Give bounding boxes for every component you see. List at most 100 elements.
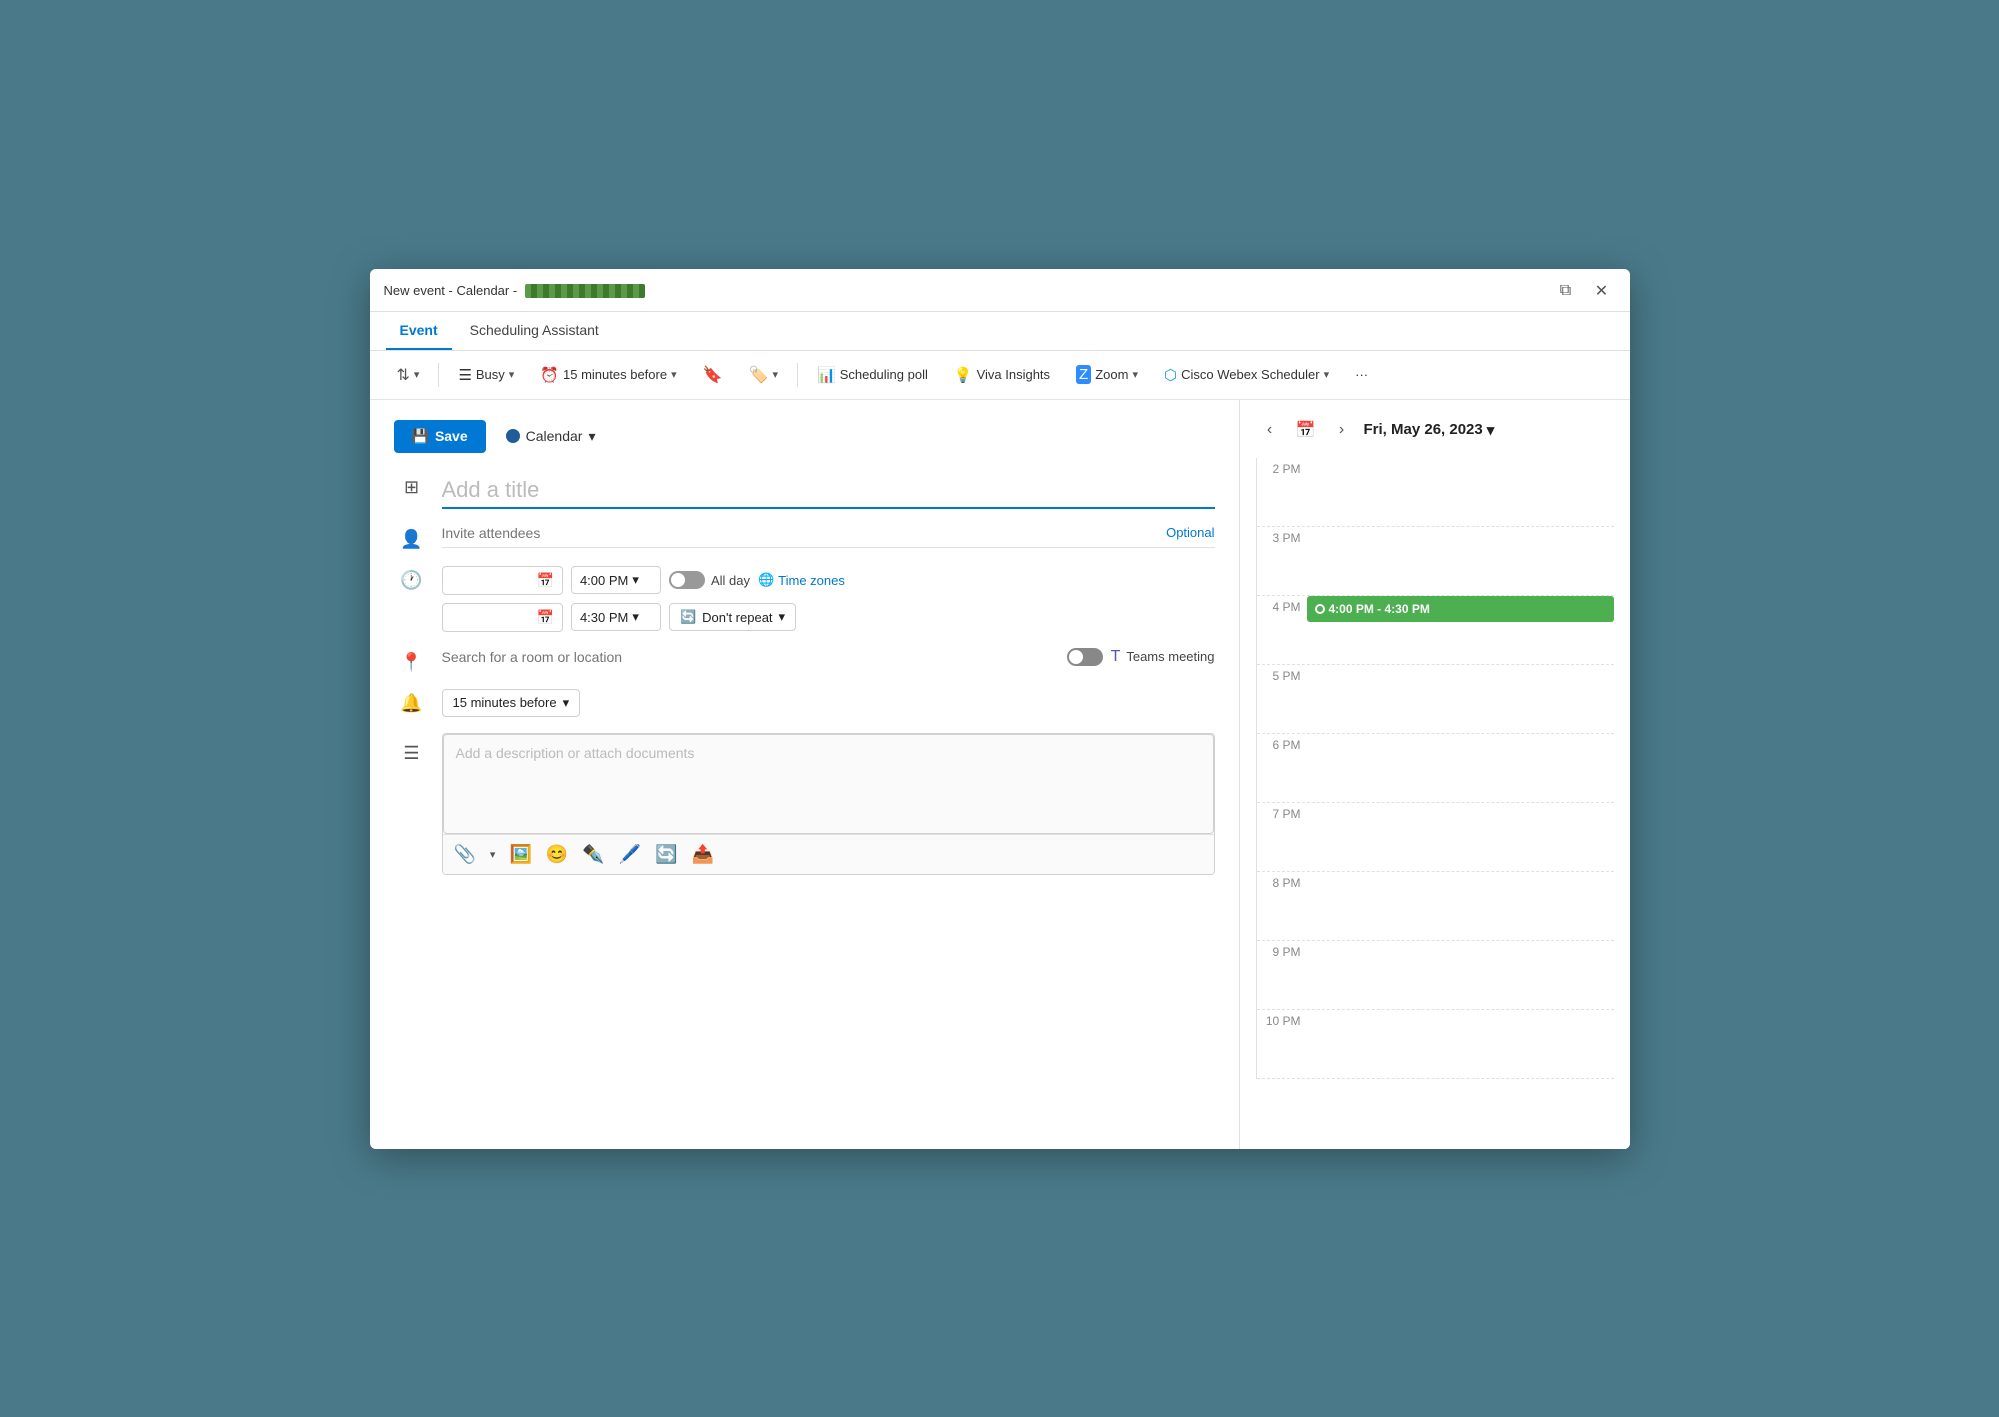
signature-button[interactable]: ✒️ [579,841,607,868]
location-input[interactable] [442,649,1067,665]
event-block[interactable]: 4:00 PM - 4:30 PM [1307,596,1614,622]
timeline-slot[interactable] [1307,734,1614,802]
description-field[interactable]: Add a description or attach documents [443,734,1214,834]
toolbar-sep-2 [797,363,798,387]
description-toolbar: 📎 ▾ 🖼️ 😊 ✒️ 🖊️ 🔄 📤 [443,834,1214,874]
reminder-value: 15 minutes before [453,695,557,710]
tabs-bar: Event Scheduling Assistant [370,312,1630,351]
title-bar: New event - Calendar - ⧉ ✕ [370,269,1630,312]
timezone-link[interactable]: 🌐 Time zones [758,572,845,588]
attach-button[interactable]: 📎 [451,841,479,868]
title-icon: ⊞ [394,473,430,498]
tab-event[interactable]: Event [386,312,452,350]
highlight-button[interactable]: 🖊️ [616,841,644,868]
timeline-slot[interactable]: 4:00 PM - 4:30 PM [1307,596,1614,664]
optional-link[interactable]: Optional [1166,525,1214,540]
close-button[interactable]: ✕ [1588,277,1616,305]
viva-insights-label: Viva Insights [977,367,1050,382]
timeline-slot[interactable] [1307,803,1614,871]
title-row: ⊞ [394,473,1215,509]
image-button[interactable]: 🖼️ [506,841,534,868]
start-time-picker[interactable]: 4:00 PM ▾ [571,566,661,594]
share-button[interactable]: 📤 [689,841,717,868]
zoom-button[interactable]: Z Zoom ▾ [1065,359,1149,390]
end-time-picker[interactable]: 4:30 PM ▾ [571,603,661,631]
tab-scheduling-assistant[interactable]: Scheduling Assistant [456,312,613,350]
attendees-input[interactable] [442,525,1167,541]
viva-insights-button[interactable]: 💡 Viva Insights [943,360,1061,390]
timeline-slot[interactable] [1307,1010,1614,1078]
description-container: Add a description or attach documents 📎 … [442,733,1215,875]
start-time-value: 4:00 PM [580,573,628,588]
status-label: Busy [476,367,505,382]
timezone-label: Time zones [778,573,845,588]
end-datetime-row: 5/26/2023 📅 4:30 PM ▾ 🔄 Don't repeat ▾ [442,603,845,632]
timeline-slot[interactable] [1307,458,1614,526]
timeline-slot[interactable] [1307,872,1614,940]
restore-button[interactable]: ⧉ [1552,277,1580,305]
allday-label: All day [711,573,750,588]
loop-button[interactable]: 🔄 [652,841,680,868]
cisco-button[interactable]: ⬡ Cisco Webex Scheduler ▾ [1153,360,1340,390]
more-options-button[interactable]: ··· [1344,361,1379,388]
cisco-chevron-icon: ▾ [1324,368,1330,381]
timeline-time-label: 4 PM [1257,596,1307,614]
calendar-date-chevron-icon: ▾ [1487,421,1495,439]
calendar-selector-chevron-icon: ▾ [588,428,595,445]
emoji-button[interactable]: 😊 [543,841,571,868]
location-row: 📍 T Teams meeting [394,648,1215,673]
attendees-input-row: Optional [442,525,1215,548]
save-icon: 💾 [412,428,429,445]
timeline-time-label: 5 PM [1257,665,1307,683]
calendar-next-button[interactable]: › [1328,416,1356,444]
timeline-row: 7 PM [1257,803,1614,872]
calendar-date-title[interactable]: Fri, May 26, 2023 ▾ [1364,421,1495,439]
start-date-picker[interactable]: 5/26/2023 📅 [442,566,563,595]
label-button[interactable]: 🏷️ ▾ [738,359,789,391]
filter-button[interactable]: ⇅ ▾ [386,359,431,391]
filter-chevron-icon: ▾ [414,368,420,381]
attach-chevron-button[interactable]: ▾ [487,845,499,864]
reminder-chevron-icon: ▾ [563,695,570,711]
datetime-group: 5/26/2023 📅 4:00 PM ▾ All day 🌐 [442,566,845,632]
form-header: 💾 Save Calendar ▾ [394,420,1215,453]
label-icon: 🏷️ [749,365,769,385]
scheduling-poll-icon: 📊 [817,366,836,384]
end-date-input[interactable]: 5/26/2023 [451,610,531,625]
save-button[interactable]: 💾 Save [394,420,486,453]
teams-meeting-label: Teams meeting [1126,649,1214,664]
repeat-selector[interactable]: 🔄 Don't repeat ▾ [669,603,796,631]
scheduling-poll-label: Scheduling poll [840,367,928,382]
more-options-icon: ··· [1355,367,1368,382]
reminder-selector[interactable]: 15 minutes before ▾ [442,689,581,717]
cisco-label: Cisco Webex Scheduler [1181,367,1320,382]
zoom-label: Zoom [1095,367,1128,382]
description-row: ☰ Add a description or attach documents … [394,733,1215,875]
teams-meeting-toggle[interactable] [1067,648,1103,666]
calendar-prev-button[interactable]: ‹ [1256,416,1284,444]
calendar-selector-button[interactable]: Calendar ▾ [498,422,604,451]
title-input[interactable] [442,473,1215,509]
end-date-calendar-icon: 📅 [537,609,554,626]
allday-toggle[interactable] [669,571,705,589]
timeline-slot[interactable] [1307,941,1614,1009]
toolbar: ⇅ ▾ ☰ Busy ▾ ⏰ 15 minutes before ▾ 🔖 🏷️ … [370,351,1630,400]
end-time-chevron-icon: ▾ [632,609,639,625]
cisco-icon: ⬡ [1164,366,1177,384]
window-title-blur [525,284,645,298]
clock-icon: 🕐 [394,566,430,591]
timeline-time-label: 3 PM [1257,527,1307,545]
calendar-grid-button[interactable]: 📅 [1292,416,1320,444]
filter-icon: ⇅ [397,365,410,385]
end-date-picker[interactable]: 5/26/2023 📅 [442,603,563,632]
timeline-slot[interactable] [1307,527,1614,595]
scheduling-poll-button[interactable]: 📊 Scheduling poll [806,360,939,390]
timeline-slot[interactable] [1307,665,1614,733]
viva-insights-icon: 💡 [954,366,973,384]
start-date-input[interactable]: 5/26/2023 [451,573,531,588]
status-button[interactable]: ☰ Busy ▾ [447,360,525,390]
timeline-row: 6 PM [1257,734,1614,803]
teams-icon: T [1111,648,1121,666]
reminder-toolbar-button[interactable]: ⏰ 15 minutes before ▾ [529,360,687,390]
tag-button[interactable]: 🔖 [692,359,734,391]
